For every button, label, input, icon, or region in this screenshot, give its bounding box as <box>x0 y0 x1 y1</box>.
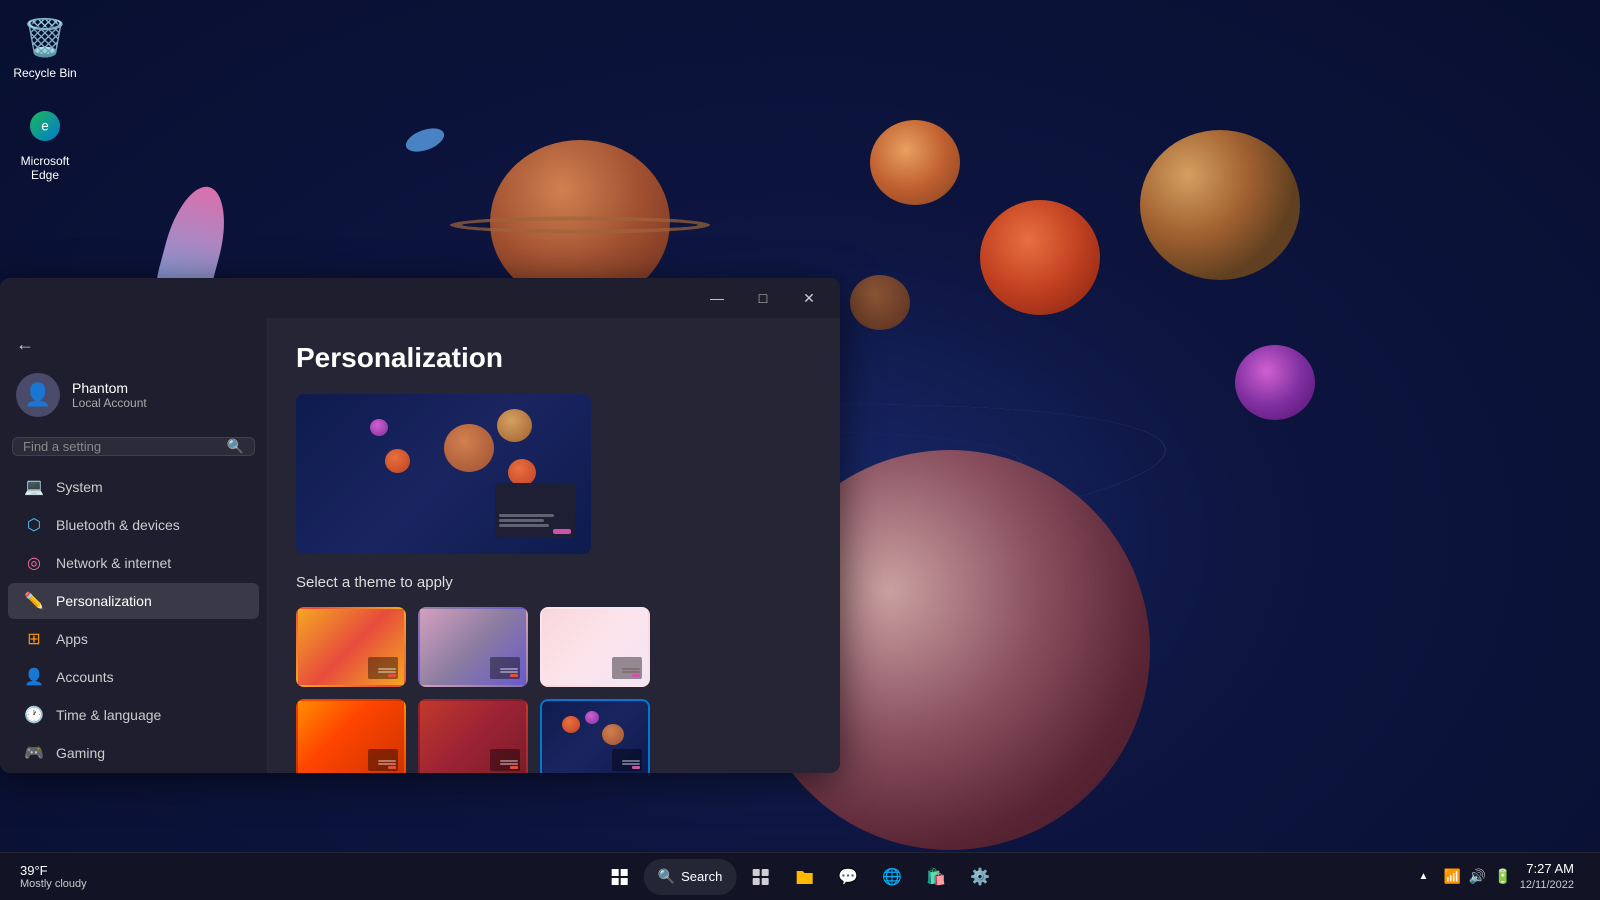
personalization-icon: ✏️ <box>24 591 44 611</box>
battery-icon[interactable]: 🔋 <box>1494 868 1511 885</box>
desktop: 🗑️ Recycle Bin e Microsoft Edge — □ ✕ <box>0 0 1600 900</box>
maximize-button[interactable]: □ <box>740 283 786 313</box>
clock-date: 12/11/2022 <box>1520 878 1574 892</box>
taskbar-center: 🔍 Search 💬 🌐 <box>600 857 1001 897</box>
teams-button[interactable]: 💬 <box>828 857 868 897</box>
main-content: Personalization <box>268 318 840 773</box>
weather-condition: Mostly cloudy <box>20 878 87 890</box>
sidebar-item-personalization[interactable]: ✏️ Personalization <box>8 583 259 619</box>
microsoft-edge-icon[interactable]: e Microsoft Edge <box>5 98 85 186</box>
theme-card-6[interactable] <box>540 699 650 773</box>
planet-small-orange <box>870 120 960 205</box>
recycle-bin-icon[interactable]: 🗑️ Recycle Bin <box>5 10 85 84</box>
user-avatar: 👤 <box>16 373 60 417</box>
network-icon: ◎ <box>24 553 44 573</box>
user-text: Phantom Local Account <box>72 380 147 410</box>
recycle-bin-image: 🗑️ <box>21 14 69 62</box>
user-name: Phantom <box>72 380 147 396</box>
planet-tiny <box>850 275 910 330</box>
clock-time: 7:27 AM <box>1520 861 1574 878</box>
sidebar-accounts-label: Accounts <box>56 669 114 685</box>
theme-card-5[interactable] <box>418 699 528 773</box>
sidebar-gaming-label: Gaming <box>56 745 105 761</box>
minimize-button[interactable]: — <box>694 283 740 313</box>
edge-taskbar-button[interactable]: 🌐 <box>872 857 912 897</box>
bluetooth-icon: ⬡ <box>24 515 44 535</box>
settings-button[interactable]: ⚙️ <box>960 857 1000 897</box>
weather-widget[interactable]: 39°F Mostly cloudy <box>12 859 95 894</box>
edge-label: Microsoft Edge <box>9 154 81 182</box>
theme-preview <box>296 394 591 554</box>
user-account-type: Local Account <box>72 396 147 410</box>
taskbar-search-label: Search <box>681 869 722 884</box>
theme-1-screen <box>368 657 398 679</box>
theme-6-screen <box>612 749 642 771</box>
ufo <box>403 124 447 156</box>
search-icon: 🔍 <box>227 438 244 455</box>
taskbar: 39°F Mostly cloudy 🔍 Search <box>0 852 1600 900</box>
sidebar-system-label: System <box>56 479 103 495</box>
time-icon: 🕐 <box>24 705 44 725</box>
sidebar-item-accounts[interactable]: 👤 Accounts <box>8 659 259 695</box>
edge-image: e <box>21 102 69 150</box>
taskbar-right: ▲ 📶 🔊 🔋 7:27 AM 12/11/2022 <box>1411 857 1588 897</box>
planet-red <box>980 200 1100 315</box>
sidebar-item-gaming[interactable]: 🎮 Gaming <box>8 735 259 771</box>
sidebar-item-network[interactable]: ◎ Network & internet <box>8 545 259 581</box>
planet-purple <box>1235 345 1315 420</box>
sidebar: ← 👤 Phantom Local Account 🔍 💻 Syst <box>0 318 268 773</box>
preview-screen-mockup <box>495 483 575 538</box>
user-info[interactable]: 👤 Phantom Local Account <box>0 363 267 433</box>
sidebar-bluetooth-label: Bluetooth & devices <box>56 517 180 533</box>
taskbar-left: 39°F Mostly cloudy <box>12 859 95 894</box>
title-bar: — □ ✕ <box>0 278 840 318</box>
volume-icon[interactable]: 🔊 <box>1469 868 1486 885</box>
theme-5-screen <box>490 749 520 771</box>
settings-search-box[interactable]: 🔍 <box>12 437 255 456</box>
gaming-icon: 🎮 <box>24 743 44 763</box>
system-icon: 💻 <box>24 477 44 497</box>
clock[interactable]: 7:27 AM 12/11/2022 <box>1520 861 1574 892</box>
start-button[interactable] <box>600 857 640 897</box>
show-desktop-button[interactable] <box>1582 857 1588 897</box>
taskbar-search[interactable]: 🔍 Search <box>644 859 737 895</box>
sidebar-apps-label: Apps <box>56 631 88 647</box>
task-view-button[interactable] <box>740 857 780 897</box>
network-icon-sys[interactable]: 📶 <box>1443 868 1460 885</box>
theme-4-screen <box>368 749 398 771</box>
store-button[interactable]: 🛍️ <box>916 857 956 897</box>
weather-temp: 39°F <box>20 863 48 878</box>
page-title: Personalization <box>296 342 812 374</box>
sidebar-time-label: Time & language <box>56 707 161 723</box>
recycle-bin-label: Recycle Bin <box>13 66 76 80</box>
close-button[interactable]: ✕ <box>786 283 832 313</box>
file-explorer-button[interactable] <box>784 857 824 897</box>
sidebar-item-apps[interactable]: ⊞ Apps <box>8 621 259 657</box>
settings-window: — □ ✕ ← 👤 Phantom Local Account <box>0 278 840 773</box>
settings-search-input[interactable] <box>23 439 227 454</box>
planet-moon <box>1140 130 1300 280</box>
theme-2-screen <box>490 657 520 679</box>
back-button[interactable]: ← <box>0 326 267 363</box>
theme-preview-inner <box>296 394 591 554</box>
apps-icon: ⊞ <box>24 629 44 649</box>
theme-card-1[interactable] <box>296 607 406 687</box>
theme-card-2[interactable] <box>418 607 528 687</box>
show-hidden-icons-button[interactable]: ▲ <box>1411 857 1435 897</box>
theme-3-screen <box>612 657 642 679</box>
sidebar-item-system[interactable]: 💻 System <box>8 469 259 505</box>
sidebar-item-bluetooth[interactable]: ⬡ Bluetooth & devices <box>8 507 259 543</box>
theme-card-3[interactable] <box>540 607 650 687</box>
theme-card-4[interactable] <box>296 699 406 773</box>
sidebar-personalization-label: Personalization <box>56 593 152 609</box>
accounts-icon: 👤 <box>24 667 44 687</box>
sidebar-network-label: Network & internet <box>56 555 171 571</box>
select-theme-label: Select a theme to apply <box>296 574 812 591</box>
sidebar-item-time[interactable]: 🕐 Time & language <box>8 697 259 733</box>
window-body: ← 👤 Phantom Local Account 🔍 💻 Syst <box>0 318 840 773</box>
chevron-up-icon: ▲ <box>1418 871 1428 882</box>
taskbar-search-icon: 🔍 <box>658 868 675 885</box>
svg-text:e: e <box>41 119 49 134</box>
theme-grid <box>296 607 812 773</box>
